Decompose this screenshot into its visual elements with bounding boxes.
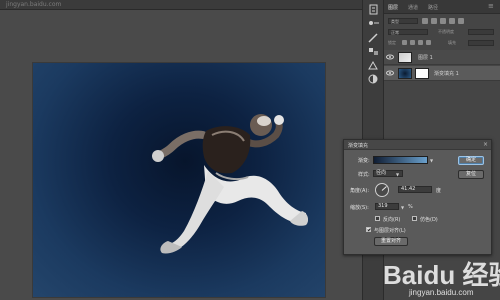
baidu-watermark: Baidu 经验 jingyan.baidu.com xyxy=(383,255,500,299)
blend-mode-select[interactable]: 正常 xyxy=(388,29,428,35)
reset-alignment-button[interactable]: 重置对齐 xyxy=(374,237,408,246)
layer-mask-thumbnail xyxy=(415,68,429,79)
filter-adjust-icon[interactable] xyxy=(431,18,437,24)
style-value: 径向 xyxy=(376,170,387,176)
tab-channels[interactable]: 通道 xyxy=(408,4,418,11)
scale-input[interactable]: 319 xyxy=(375,203,399,210)
filter-shape-icon[interactable] xyxy=(449,18,455,24)
layer-name: 渐变填充 1 xyxy=(434,71,459,77)
brush-icon[interactable] xyxy=(367,32,380,43)
ok-button[interactable]: 确定 xyxy=(458,156,484,165)
workspace xyxy=(0,10,362,300)
gradient-label: 渐变: xyxy=(358,158,370,164)
watermark-logo: Baidu 经验 xyxy=(383,260,500,290)
angle-unit: 度 xyxy=(436,188,442,194)
close-icon[interactable]: × xyxy=(483,141,488,148)
reverse-checkbox[interactable] xyxy=(375,216,380,221)
filter-smart-icon[interactable] xyxy=(458,18,464,24)
filter-label: 类型 xyxy=(391,19,399,24)
lock-move-icon[interactable] xyxy=(410,40,415,45)
properties-icon[interactable] xyxy=(367,18,380,29)
lock-pixels-icon[interactable] xyxy=(402,40,407,45)
style-label: 样式: xyxy=(358,172,370,178)
layer-name: 图层 1 xyxy=(418,55,433,61)
chevron-down-icon[interactable]: ▼ xyxy=(401,205,404,210)
swatches-icon[interactable] xyxy=(367,46,380,57)
adjustments-icon[interactable] xyxy=(367,74,380,85)
document-tab-title[interactable]: jingyan.baidu.com xyxy=(6,1,61,8)
scale-label: 缩放(S): xyxy=(350,205,369,211)
align-with-layer-label: 与图层对齐(L) xyxy=(374,228,406,234)
dialog-title: 渐变填充 xyxy=(348,143,369,149)
filter-type-icon[interactable] xyxy=(440,18,446,24)
scale-value: 319 xyxy=(378,203,388,209)
visibility-eye-icon[interactable] xyxy=(386,54,394,60)
blend-row: 正常 不透明度 xyxy=(386,28,498,36)
dialog-titlebar[interactable]: 渐变填充 × xyxy=(344,140,491,150)
tab-layers[interactable]: 图层 xyxy=(388,4,398,11)
filter-pixel-icon[interactable] xyxy=(422,18,428,24)
align-with-layer-checkbox[interactable] xyxy=(366,227,371,232)
chevron-down-icon[interactable]: ▼ xyxy=(430,158,433,163)
angle-input[interactable]: 41.42 xyxy=(398,186,432,193)
styles-icon[interactable] xyxy=(367,60,380,71)
layer-filter-select[interactable]: 类型 xyxy=(388,18,418,24)
scale-unit: % xyxy=(408,204,413,210)
angle-value: 41.42 xyxy=(401,186,416,192)
reset-button[interactable]: 复位 xyxy=(458,170,484,179)
gradient-picker[interactable] xyxy=(373,156,428,164)
layer-filter-row: 类型 xyxy=(386,17,498,25)
document-tab-bar: jingyan.baidu.com xyxy=(0,0,362,10)
document-canvas[interactable] xyxy=(33,63,325,297)
panel-menu-icon[interactable]: ≡ xyxy=(488,2,494,10)
visibility-eye-icon[interactable] xyxy=(386,70,394,76)
watermark-url: jingyan.baidu.com xyxy=(409,288,474,297)
layer-row-selected[interactable]: 渐变填充 1 xyxy=(384,66,500,81)
layer-thumbnail xyxy=(398,52,412,63)
lock-all-icon[interactable] xyxy=(426,40,431,45)
blend-mode-value: 正常 xyxy=(391,30,399,35)
reverse-label: 反向(R) xyxy=(383,217,401,223)
lock-row: 锁定 填充 xyxy=(386,39,498,47)
athlete-image xyxy=(152,114,308,254)
opacity-field[interactable] xyxy=(468,29,494,35)
fill-field[interactable] xyxy=(468,40,494,46)
history-icon[interactable] xyxy=(367,4,380,15)
angle-label: 角度(A): xyxy=(350,188,370,194)
gradient-fill-thumbnail xyxy=(398,68,412,79)
fill-label: 填充 xyxy=(448,40,456,45)
chevron-down-icon: ▼ xyxy=(396,172,400,177)
dither-label: 仿色(D) xyxy=(420,217,438,223)
tab-paths[interactable]: 路径 xyxy=(428,4,438,11)
style-select[interactable]: 径向 ▼ xyxy=(373,170,403,177)
angle-dial[interactable] xyxy=(375,183,389,197)
opacity-label: 不透明度 xyxy=(438,29,454,34)
dither-checkbox[interactable] xyxy=(412,216,417,221)
panel-tab-bar: 图层 通道 路径 ≡ xyxy=(384,0,500,14)
layer-row[interactable]: 图层 1 xyxy=(384,50,500,65)
lock-label: 锁定 xyxy=(388,40,396,45)
lock-artboard-icon[interactable] xyxy=(418,40,423,45)
gradient-fill-dialog: 渐变填充 × 渐变: ▼ 样式: 径向 ▼ 角度(A): 41.42 度 缩放(… xyxy=(343,139,492,255)
